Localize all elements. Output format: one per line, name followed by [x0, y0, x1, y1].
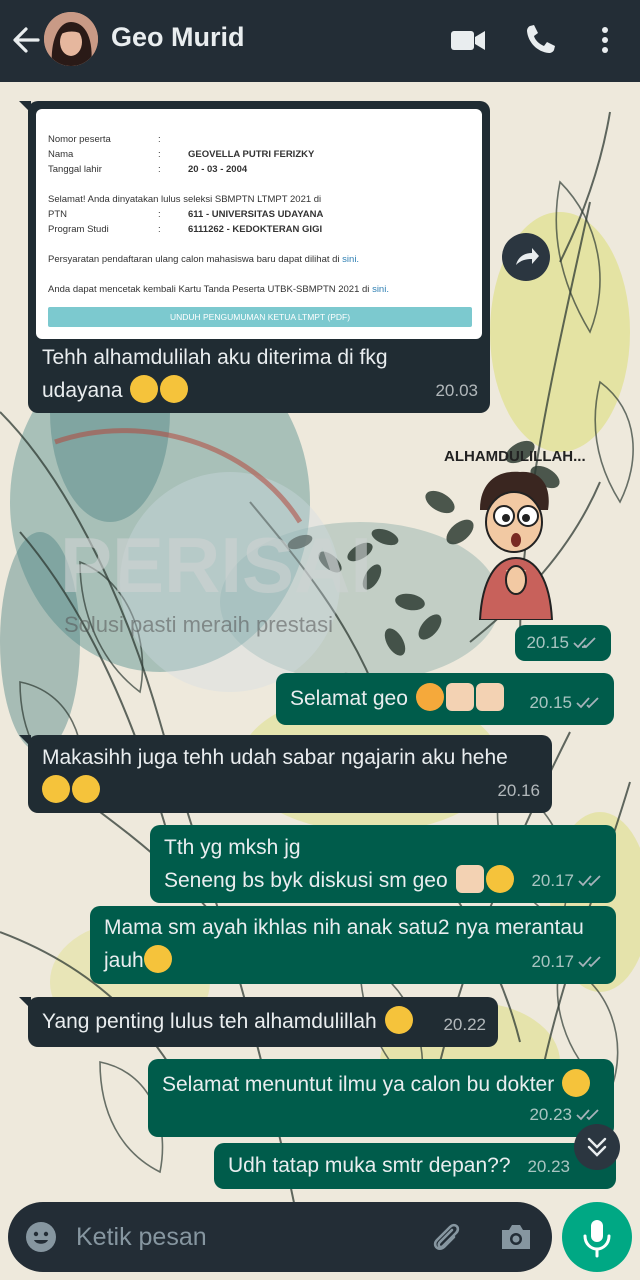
- message-line-with-emoji: Yang penting lulus teh alhamdulillah: [42, 1005, 413, 1038]
- message-time: 20.17: [531, 871, 574, 890]
- watermark-tagline: Solusi pasti meraih prestasi: [64, 612, 333, 637]
- smiling-face-emoji: [562, 1069, 591, 1097]
- read-ticks-icon: [578, 955, 601, 967]
- announcement-image[interactable]: Nomor peserta: Nama: GEOVELLA PUTRI FERIZ…: [36, 109, 482, 339]
- message-meta: 20.03: [435, 374, 478, 407]
- phone-icon[interactable]: [522, 22, 562, 58]
- read-ticks-icon: [576, 696, 599, 708]
- camera-icon[interactable]: [498, 1220, 534, 1254]
- message-line: Udh tatap muka smtr depan??: [228, 1154, 511, 1177]
- message-outgoing-sticker-meta[interactable]: 20.15: [515, 625, 611, 661]
- message-meta: 20.16: [497, 774, 540, 807]
- message-time: 20.15: [529, 693, 572, 712]
- mic-icon: [583, 1220, 611, 1258]
- message-line-with-emoji: Selamat geo: [290, 682, 504, 715]
- message-composer: Ketik pesan: [8, 1202, 552, 1272]
- video-call-icon[interactable]: [448, 22, 488, 58]
- alhamdulillah-sticker[interactable]: ALHAMDULILLAH...: [440, 440, 600, 620]
- message-incoming[interactable]: Makasihh juga tehh udah sabar ngajarin a…: [19, 735, 552, 813]
- read-ticks-icon: [573, 636, 596, 648]
- double-chevron-down-icon: [587, 1137, 607, 1157]
- message-meta: 20.17: [531, 864, 604, 897]
- message-input[interactable]: Ketik pesan: [76, 1223, 207, 1252]
- message-outgoing[interactable]: Tth yg mksh jg Seneng bs byk diskusi sm …: [150, 825, 616, 903]
- chat-header: Geo Murid: [0, 0, 640, 82]
- message-text: Yang penting lulus teh alhamdulillah: [42, 1010, 377, 1033]
- message-text: udayana: [42, 379, 123, 402]
- avatar[interactable]: [44, 12, 98, 66]
- message-meta: 20.17: [531, 945, 604, 978]
- forward-icon[interactable]: [502, 233, 550, 281]
- message-time: 20.22: [443, 1015, 486, 1034]
- message-outgoing[interactable]: Udh tatap muka smtr depan?? 20.23: [214, 1143, 616, 1189]
- message-text: jauh: [104, 949, 144, 972]
- message-text: Selamat menuntut ilmu ya calon bu dokter: [162, 1073, 555, 1096]
- message-line-with-emoji: [42, 774, 100, 807]
- card-link[interactable]: sini.: [342, 254, 359, 265]
- message-time: 20.17: [531, 952, 574, 971]
- message-line-with-emoji: jauh: [104, 944, 172, 977]
- smiling-face-emoji: [485, 865, 514, 893]
- message-incoming[interactable]: Yang penting lulus teh alhamdulillah 20.…: [19, 997, 498, 1047]
- star-struck-emoji: [384, 1006, 413, 1034]
- thumbs-up-emoji: [475, 683, 504, 711]
- message-line: Makasihh juga tehh udah sabar ngajarin a…: [42, 746, 508, 769]
- card-row: Tanggal lahir:20 - 03 - 2004: [48, 164, 248, 175]
- message-incoming-image[interactable]: Nomor peserta: Nama: GEOVELLA PUTRI FERIZ…: [19, 101, 490, 413]
- message-meta: 20.15: [526, 626, 599, 659]
- message-text: Seneng bs byk diskusi sm geo: [164, 869, 448, 892]
- emoji-icon[interactable]: [24, 1220, 58, 1254]
- download-announcement-button[interactable]: UNDUH PENGUMUMAN KETUA LTMPT (PDF): [48, 307, 472, 327]
- thumbs-up-emoji: [445, 683, 474, 711]
- message-time: 20.23: [527, 1157, 570, 1176]
- message-outgoing[interactable]: Selamat geo 20.15: [276, 673, 614, 725]
- hugging-face-emoji: [42, 775, 70, 803]
- folded-hands-emoji: [455, 865, 484, 893]
- attach-icon[interactable]: [428, 1218, 464, 1256]
- message-line-with-emoji: Selamat menuntut ilmu ya calon bu dokter: [162, 1068, 591, 1101]
- hugging-face-emoji: [72, 775, 100, 803]
- message-line: Tth yg mksh jg: [164, 836, 301, 859]
- card-link[interactable]: sini.: [372, 284, 389, 295]
- smiling-face-halo-emoji: [160, 375, 189, 403]
- card-row: Program Studi:6111262 - KEDOKTERAN GIGI: [48, 224, 323, 235]
- message-time: 20.03: [435, 381, 478, 400]
- card-note: Persyaratan pendaftaran ulang calon maha…: [48, 254, 360, 265]
- message-line: Tehh alhamdulilah aku diterima di fkg: [42, 346, 388, 369]
- message-outgoing[interactable]: Mama sm ayah ikhlas nih anak satu2 nya m…: [90, 906, 616, 984]
- message-time: 20.16: [497, 781, 540, 800]
- card-note: Anda dapat mencetak kembali Kartu Tanda …: [48, 284, 389, 295]
- back-arrow-icon[interactable]: [8, 20, 44, 60]
- message-line-with-emoji: Seneng bs byk diskusi sm geo: [164, 864, 514, 897]
- read-ticks-icon: [576, 1108, 599, 1120]
- message-time: 20.23: [529, 1105, 572, 1124]
- face-with-hand-over-mouth-emoji: [143, 945, 172, 973]
- message-line-with-emoji: udayana: [42, 374, 189, 407]
- message-line: Mama sm ayah ikhlas nih anak satu2 nya m…: [104, 916, 584, 939]
- contact-name[interactable]: Geo Murid: [111, 22, 245, 53]
- sticker-character-icon: [478, 471, 554, 620]
- watermark-brand: PERISAI: [60, 521, 372, 609]
- smiling-face-hearts-emoji: [415, 683, 444, 711]
- message-text: Selamat geo: [290, 687, 408, 710]
- message-time: 20.15: [526, 633, 569, 652]
- read-ticks-icon: [578, 874, 601, 886]
- message-meta: 20.15: [529, 686, 602, 719]
- mic-button[interactable]: [562, 1202, 632, 1272]
- scroll-down-button[interactable]: [574, 1124, 620, 1170]
- message-outgoing[interactable]: Selamat menuntut ilmu ya calon bu dokter…: [148, 1059, 614, 1137]
- message-meta: 20.23: [527, 1150, 570, 1183]
- smiling-face-halo-emoji: [130, 375, 159, 403]
- more-icon[interactable]: [590, 22, 620, 58]
- message-meta: 20.22: [443, 1008, 486, 1041]
